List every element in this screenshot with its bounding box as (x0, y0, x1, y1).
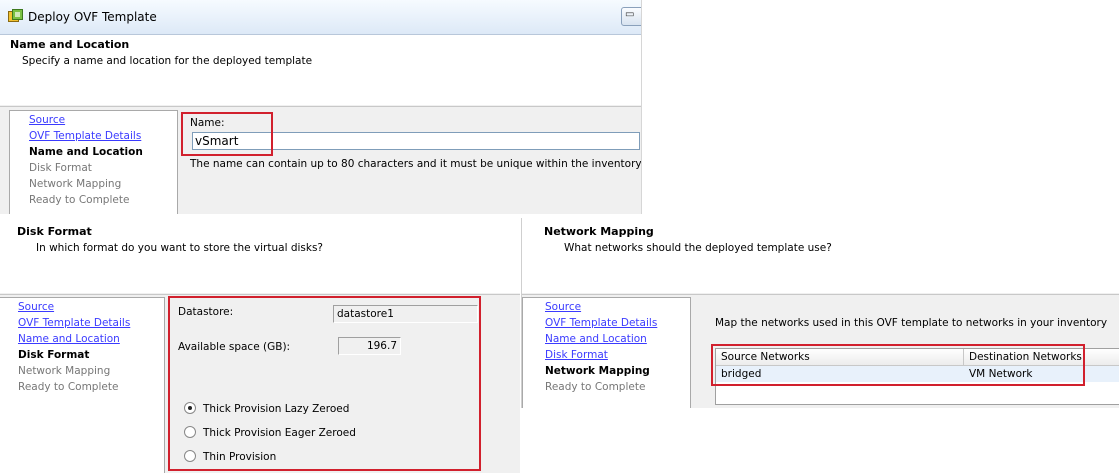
step-name-and-location: Name and Location (29, 146, 143, 158)
restore-window-button[interactable]: ▭ (621, 7, 641, 26)
page-title: Disk Format (17, 225, 92, 238)
window-title: Deploy OVF Template (28, 10, 157, 24)
step-disk-format: Disk Format (18, 349, 90, 361)
header-divider (0, 106, 641, 107)
restore-icon: ▭ (625, 9, 635, 20)
wizard-steps: Source OVF Template Details Name and Loc… (9, 110, 178, 214)
step-network-mapping: Network Mapping (18, 365, 111, 377)
wizard-header: Network Mapping What networks should the… (522, 218, 1119, 293)
network-mapping-highlight-box (711, 344, 1085, 386)
page-title: Name and Location (10, 38, 130, 51)
header-divider (0, 294, 520, 295)
step-name-and-location[interactable]: Name and Location (18, 333, 120, 345)
wizard-name-location: Deploy OVF Template ▭ Name and Location … (0, 0, 642, 214)
name-highlight-box (181, 112, 273, 156)
step-ready-to-complete: Ready to Complete (18, 381, 119, 393)
page-subtitle: In which format do you want to store the… (36, 242, 324, 254)
step-ovf-template-details[interactable]: OVF Template Details (18, 317, 130, 329)
network-intro: Map the networks used in this OVF templa… (715, 317, 1108, 329)
wizard-header: Disk Format In which format do you want … (0, 218, 520, 293)
step-ovf-template-details[interactable]: OVF Template Details (545, 317, 657, 329)
page-subtitle: Specify a name and location for the depl… (22, 55, 313, 67)
step-source[interactable]: Source (29, 114, 65, 126)
name-hint: The name can contain up to 80 characters… (190, 158, 642, 170)
step-source[interactable]: Source (545, 301, 581, 313)
step-ready-to-complete: Ready to Complete (29, 194, 130, 206)
wizard-network-mapping: Network Mapping What networks should the… (521, 218, 1119, 408)
deploy-template-icon (8, 9, 23, 22)
wizard-header: Name and Location Specify a name and loc… (0, 35, 641, 105)
disk-format-highlight-box (168, 296, 481, 471)
step-network-mapping: Network Mapping (29, 178, 122, 190)
step-network-mapping: Network Mapping (545, 365, 650, 377)
step-ovf-template-details[interactable]: OVF Template Details (29, 130, 141, 142)
header-divider (522, 294, 1119, 295)
window-titlebar[interactable]: Deploy OVF Template ▭ (0, 0, 641, 35)
wizard-disk-format: Disk Format In which format do you want … (0, 218, 520, 473)
step-disk-format: Disk Format (29, 162, 92, 174)
step-name-and-location[interactable]: Name and Location (545, 333, 647, 345)
page-subtitle: What networks should the deployed templa… (564, 242, 832, 254)
wizard-steps: Source OVF Template Details Name and Loc… (522, 297, 691, 408)
step-source[interactable]: Source (18, 301, 54, 313)
step-disk-format[interactable]: Disk Format (545, 349, 608, 361)
wizard-steps: Source OVF Template Details Name and Loc… (0, 297, 165, 473)
step-ready-to-complete: Ready to Complete (545, 381, 646, 393)
page-title: Network Mapping (544, 225, 654, 238)
